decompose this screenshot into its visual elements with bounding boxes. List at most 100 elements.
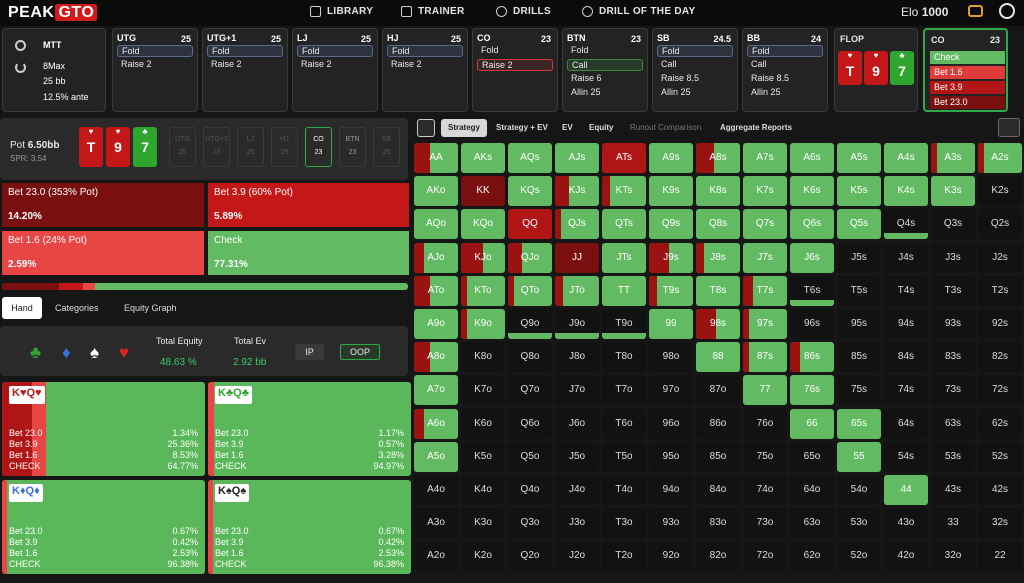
range-cell-k7s[interactable]: K7s — [743, 176, 787, 207]
range-cell-k6s[interactable]: K6s — [790, 176, 834, 207]
range-cell-j8o[interactable]: J8o — [555, 342, 599, 373]
range-cell-95o[interactable]: 95o — [649, 441, 693, 472]
range-cell-t3o[interactable]: T3o — [602, 508, 646, 539]
range-cell-55[interactable]: 55 — [837, 441, 881, 472]
range-cell-t9s[interactable]: T9s — [649, 275, 693, 306]
range-cell-72o[interactable]: 72o — [743, 541, 787, 572]
range-cell-98o[interactable]: 98o — [649, 342, 693, 373]
range-cell-82s[interactable]: 82s — [978, 342, 1022, 373]
range-cell-j3s[interactable]: J3s — [931, 242, 975, 273]
toolbar-equity[interactable]: Equity — [589, 119, 613, 137]
mini-seat-lj[interactable]: LJ 25 — [237, 127, 264, 167]
range-cell-74o[interactable]: 74o — [743, 475, 787, 505]
range-cell-76o[interactable]: 76o — [743, 408, 787, 439]
range-cell-32s[interactable]: 32s — [978, 508, 1022, 539]
range-cell-62o[interactable]: 62o — [790, 541, 834, 572]
range-cell-j7s[interactable]: J7s — [743, 242, 787, 273]
range-cell-tt[interactable]: TT — [602, 275, 646, 306]
action-fold[interactable]: Fold — [297, 45, 373, 57]
range-cell-73o[interactable]: 73o — [743, 508, 787, 539]
range-cell-85s[interactable]: 85s — [837, 342, 881, 373]
range-cell-a5o[interactable]: A5o — [414, 441, 458, 472]
range-cell-42o[interactable]: 42o — [884, 541, 928, 572]
range-cell-a8o[interactable]: A8o — [414, 342, 458, 373]
range-cell-97s[interactable]: 97s — [743, 309, 787, 339]
action-fold[interactable]: Fold — [207, 45, 283, 57]
range-cell-j2s[interactable]: J2s — [978, 242, 1022, 273]
range-cell-j4s[interactable]: J4s — [884, 242, 928, 273]
nav-library[interactable]: LIBRARY — [310, 6, 373, 17]
range-cell-ato[interactable]: ATo — [414, 275, 458, 306]
range-cell-j6s[interactable]: J6s — [790, 242, 834, 273]
range-cell-q6o[interactable]: Q6o — [508, 408, 552, 439]
range-cell-k5o[interactable]: K5o — [461, 441, 505, 472]
nav-drill-of-the-day[interactable]: DRILL OF THE DAY — [582, 6, 695, 17]
range-cell-q3s[interactable]: Q3s — [931, 209, 975, 240]
strategy-bet-23[interactable]: Bet 23.0 (353% Pot) 14.20% — [2, 183, 204, 227]
range-cell-j3o[interactable]: J3o — [555, 508, 599, 539]
range-cell-87s[interactable]: 87s — [743, 342, 787, 373]
range-cell-t8o[interactable]: T8o — [602, 342, 646, 373]
range-cell-98s[interactable]: 98s — [696, 309, 740, 339]
range-cell-q7s[interactable]: Q7s — [743, 209, 787, 240]
range-cell-75s[interactable]: 75s — [837, 375, 881, 406]
action-fold[interactable]: Fold — [747, 45, 823, 57]
range-cell-j6o[interactable]: J6o — [555, 408, 599, 439]
range-cell-k2s[interactable]: K2s — [978, 176, 1022, 207]
range-cell-kk[interactable]: KK — [461, 176, 505, 207]
action-raise[interactable]: Raise 2 — [207, 59, 283, 71]
range-cell-43s[interactable]: 43s — [931, 475, 975, 505]
range-cell-jto[interactable]: JTo — [555, 275, 599, 306]
chat-icon[interactable] — [968, 5, 983, 17]
range-cell-a2o[interactable]: A2o — [414, 541, 458, 572]
range-cell-q4o[interactable]: Q4o — [508, 475, 552, 505]
range-cell-t9o[interactable]: T9o — [602, 309, 646, 339]
toolbar-ev[interactable]: EV — [562, 119, 573, 137]
range-cell-j2o[interactable]: J2o — [555, 541, 599, 572]
range-cell-k7o[interactable]: K7o — [461, 375, 505, 406]
range-cell-t3s[interactable]: T3s — [931, 275, 975, 306]
seat-co[interactable]: CO 23 Fold Raise 2 — [472, 28, 558, 112]
range-cell-a7s[interactable]: A7s — [743, 143, 787, 173]
toolbar-strategy-ev[interactable]: Strategy + EV — [496, 119, 548, 137]
range-cell-44[interactable]: 44 — [884, 475, 928, 505]
range-cell-74s[interactable]: 74s — [884, 375, 928, 406]
range-cell-a4o[interactable]: A4o — [414, 475, 458, 505]
range-cell-54o[interactable]: 54o — [837, 475, 881, 505]
seat-btn[interactable]: BTN 23 Fold Call Raise 6 Allin 25 — [562, 28, 648, 112]
seat-utg[interactable]: UTG 25 Fold Raise 2 — [112, 28, 198, 112]
range-cell-j7o[interactable]: J7o — [555, 375, 599, 406]
action-raise[interactable]: Raise 2 — [387, 59, 463, 71]
action-allin[interactable]: Allin 25 — [567, 87, 643, 99]
range-cell-k9o[interactable]: K9o — [461, 309, 505, 339]
range-cell-64o[interactable]: 64o — [790, 475, 834, 505]
range-cell-kjs[interactable]: KJs — [555, 176, 599, 207]
range-cell-q9o[interactable]: Q9o — [508, 309, 552, 339]
range-cell-t2s[interactable]: T2s — [978, 275, 1022, 306]
hand-ksqs[interactable]: K♠Q♠ Bet 23.0 0.67% Bet 3.9 0.42% Bet 1.6 2… — [208, 480, 411, 574]
range-cell-q2o[interactable]: Q2o — [508, 541, 552, 572]
range-cell-a6s[interactable]: A6s — [790, 143, 834, 173]
toolbar-strategy[interactable]: Strategy — [441, 119, 487, 137]
range-cell-65o[interactable]: 65o — [790, 441, 834, 472]
heart-suit-icon[interactable]: ♥ — [119, 343, 129, 363]
seat-sb[interactable]: SB 24.5 Fold Call Raise 8.5 Allin 25 — [652, 28, 738, 112]
range-cell-t6o[interactable]: T6o — [602, 408, 646, 439]
range-cell-75o[interactable]: 75o — [743, 441, 787, 472]
user-icon[interactable] — [999, 3, 1015, 19]
range-cell-aqs[interactable]: AQs — [508, 143, 552, 173]
action-call[interactable]: Call — [657, 59, 733, 71]
action-fold[interactable]: Fold — [657, 45, 733, 57]
action-raise[interactable]: Raise 2 — [477, 59, 553, 71]
range-cell-k9s[interactable]: K9s — [649, 176, 693, 207]
range-cell-82o[interactable]: 82o — [696, 541, 740, 572]
range-cell-76s[interactable]: 76s — [790, 375, 834, 406]
range-cell-94s[interactable]: 94s — [884, 309, 928, 339]
range-cell-92s[interactable]: 92s — [978, 309, 1022, 339]
range-cell-q3o[interactable]: Q3o — [508, 508, 552, 539]
range-cell-t7o[interactable]: T7o — [602, 375, 646, 406]
layout-toggle-icon[interactable] — [417, 119, 435, 137]
range-cell-jts[interactable]: JTs — [602, 242, 646, 273]
range-cell-k8s[interactable]: K8s — [696, 176, 740, 207]
range-cell-a2s[interactable]: A2s — [978, 143, 1022, 173]
